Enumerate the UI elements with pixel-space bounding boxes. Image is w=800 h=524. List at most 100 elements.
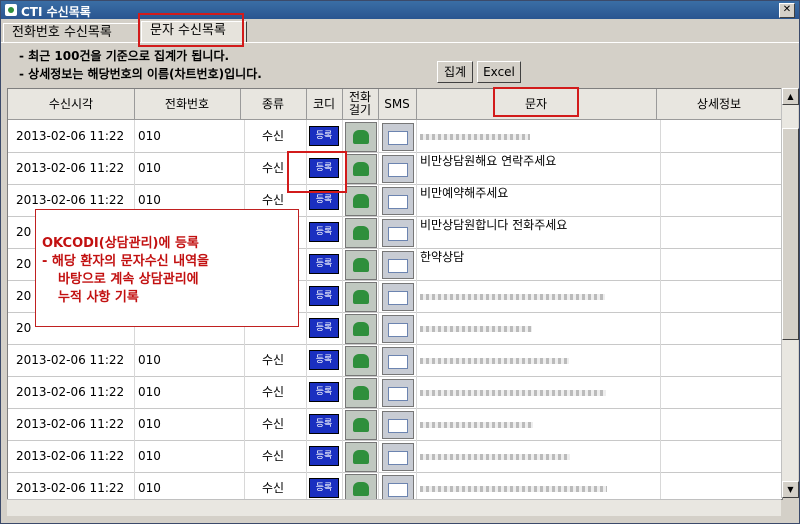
scroll-thumb[interactable] <box>782 128 799 340</box>
phone-call-icon[interactable] <box>345 122 377 152</box>
code-cell: 등록 <box>306 440 343 472</box>
detail-cell <box>656 248 782 280</box>
call-cell <box>342 184 379 216</box>
phone-call-icon[interactable] <box>345 154 377 184</box>
phone-call-icon[interactable] <box>345 250 377 280</box>
col-message[interactable]: 문자 <box>416 89 657 119</box>
phone-call-icon[interactable] <box>345 282 377 312</box>
call-cell <box>342 280 379 312</box>
table-row[interactable]: 2013-02-06 11:22 010 수신 등록 <box>8 472 782 499</box>
detail-cell <box>656 280 782 312</box>
code-cell: 등록 <box>306 248 343 280</box>
type-cell: 수신 <box>240 152 307 184</box>
sms-envelope-icon[interactable] <box>382 123 414 151</box>
message-cell: 비만예약해주세요 <box>416 184 661 216</box>
detail-cell <box>656 312 782 344</box>
vertical-scrollbar[interactable]: ▲ ▼ <box>781 88 799 498</box>
message-text: 비만상담원합니다 전화주세요 <box>420 218 568 232</box>
sms-cell <box>378 152 417 184</box>
table-row[interactable]: 2013-02-06 11:22 010 수신 등록 <box>8 120 782 153</box>
phone-cell: 010 <box>134 344 245 376</box>
register-button[interactable]: 등록 <box>309 478 339 498</box>
table-row[interactable]: 2013-02-06 11:22 010 수신 등록 <box>8 344 782 377</box>
time-cell: 2013-02-06 11:22 <box>16 152 135 184</box>
scroll-up-icon[interactable]: ▲ <box>782 88 799 105</box>
code-cell: 등록 <box>306 344 343 376</box>
table-row[interactable]: 2013-02-06 11:22 010 수신 등록 <box>8 408 782 441</box>
sms-envelope-icon[interactable] <box>382 411 414 439</box>
sms-envelope-icon[interactable] <box>382 219 414 247</box>
phone-cell: 010 <box>134 440 245 472</box>
window-title: CTI 수신목록 <box>21 5 91 19</box>
sms-envelope-icon[interactable] <box>382 187 414 215</box>
register-button[interactable]: 등록 <box>309 222 339 242</box>
annotation-line-4: 누적 사항 기록 <box>58 290 139 305</box>
masked-message <box>420 326 532 332</box>
table-row[interactable]: 2013-02-06 11:22 010 수신 등록 <box>8 440 782 473</box>
register-button[interactable]: 등록 <box>309 286 339 306</box>
phone-call-icon[interactable] <box>345 474 377 499</box>
sms-envelope-icon[interactable] <box>382 443 414 471</box>
sms-envelope-icon[interactable] <box>382 155 414 183</box>
call-cell <box>342 312 379 344</box>
phone-call-icon[interactable] <box>345 314 377 344</box>
register-button[interactable]: 등록 <box>309 254 339 274</box>
sms-envelope-icon[interactable] <box>382 283 414 311</box>
message-cell: 비만상담원해요 연락주세요 <box>416 152 661 184</box>
message-cell <box>416 344 661 376</box>
register-button[interactable]: 등록 <box>309 190 339 210</box>
tab-phone-list[interactable]: 전화번호 수신목록 <box>3 23 139 42</box>
sms-envelope-icon[interactable] <box>382 315 414 343</box>
sms-envelope-icon[interactable] <box>382 347 414 375</box>
call-cell <box>342 472 379 499</box>
call-cell <box>342 216 379 248</box>
sms-cell <box>378 312 417 344</box>
col-call[interactable]: 전화 걸기 <box>342 89 379 119</box>
time-cell: 2013-02-06 11:22 <box>16 440 135 472</box>
col-sms[interactable]: SMS <box>378 89 417 119</box>
register-button[interactable]: 등록 <box>309 158 339 178</box>
time-cell: 2013-02-06 11:22 <box>16 120 135 152</box>
close-button[interactable]: ✕ <box>779 3 795 18</box>
excel-button[interactable]: Excel <box>477 61 521 83</box>
col-type[interactable]: 종류 <box>240 89 307 119</box>
col-detail[interactable]: 상세정보 <box>656 89 782 119</box>
message-cell: 한약상담 <box>416 248 661 280</box>
tab-sms-list[interactable]: 문자 수신목록 <box>141 21 247 42</box>
aggregate-button[interactable]: 집계 <box>437 61 473 83</box>
call-cell <box>342 152 379 184</box>
sms-envelope-icon[interactable] <box>382 475 414 499</box>
phone-call-icon[interactable] <box>345 378 377 408</box>
sms-envelope-icon[interactable] <box>382 251 414 279</box>
col-phone[interactable]: 전화번호 <box>134 89 241 119</box>
sms-cell <box>378 344 417 376</box>
scroll-down-icon[interactable]: ▼ <box>782 481 799 498</box>
call-cell <box>342 408 379 440</box>
horizontal-scrollbar[interactable] <box>7 499 781 516</box>
phone-call-icon[interactable] <box>345 186 377 216</box>
register-button[interactable]: 등록 <box>309 414 339 434</box>
phone-call-icon[interactable] <box>345 218 377 248</box>
code-cell: 등록 <box>306 216 343 248</box>
phone-call-icon[interactable] <box>345 442 377 472</box>
code-cell: 등록 <box>306 280 343 312</box>
phone-call-icon[interactable] <box>345 410 377 440</box>
time-cell: 2013-02-06 11:22 <box>16 408 135 440</box>
title-bar: CTI 수신목록 ✕ <box>1 1 799 19</box>
col-time[interactable]: 수신시각 <box>8 89 135 119</box>
phone-call-icon[interactable] <box>345 346 377 376</box>
table-row[interactable]: 2013-02-06 11:22 010 수신 등록 비만상담원해요 연락주세요 <box>8 152 782 185</box>
code-cell: 등록 <box>306 184 343 216</box>
col-code[interactable]: 코디 <box>306 89 343 119</box>
register-button[interactable]: 등록 <box>309 318 339 338</box>
table-row[interactable]: 2013-02-06 11:22 010 수신 등록 <box>8 376 782 409</box>
sms-cell <box>378 472 417 499</box>
register-button[interactable]: 등록 <box>309 446 339 466</box>
register-button[interactable]: 등록 <box>309 382 339 402</box>
register-button[interactable]: 등록 <box>309 350 339 370</box>
masked-message <box>420 294 605 300</box>
register-button[interactable]: 등록 <box>309 126 339 146</box>
sms-envelope-icon[interactable] <box>382 379 414 407</box>
annotation-line-2: - 해당 환자의 문자수신 내역을 <box>42 254 210 269</box>
message-cell <box>416 312 661 344</box>
